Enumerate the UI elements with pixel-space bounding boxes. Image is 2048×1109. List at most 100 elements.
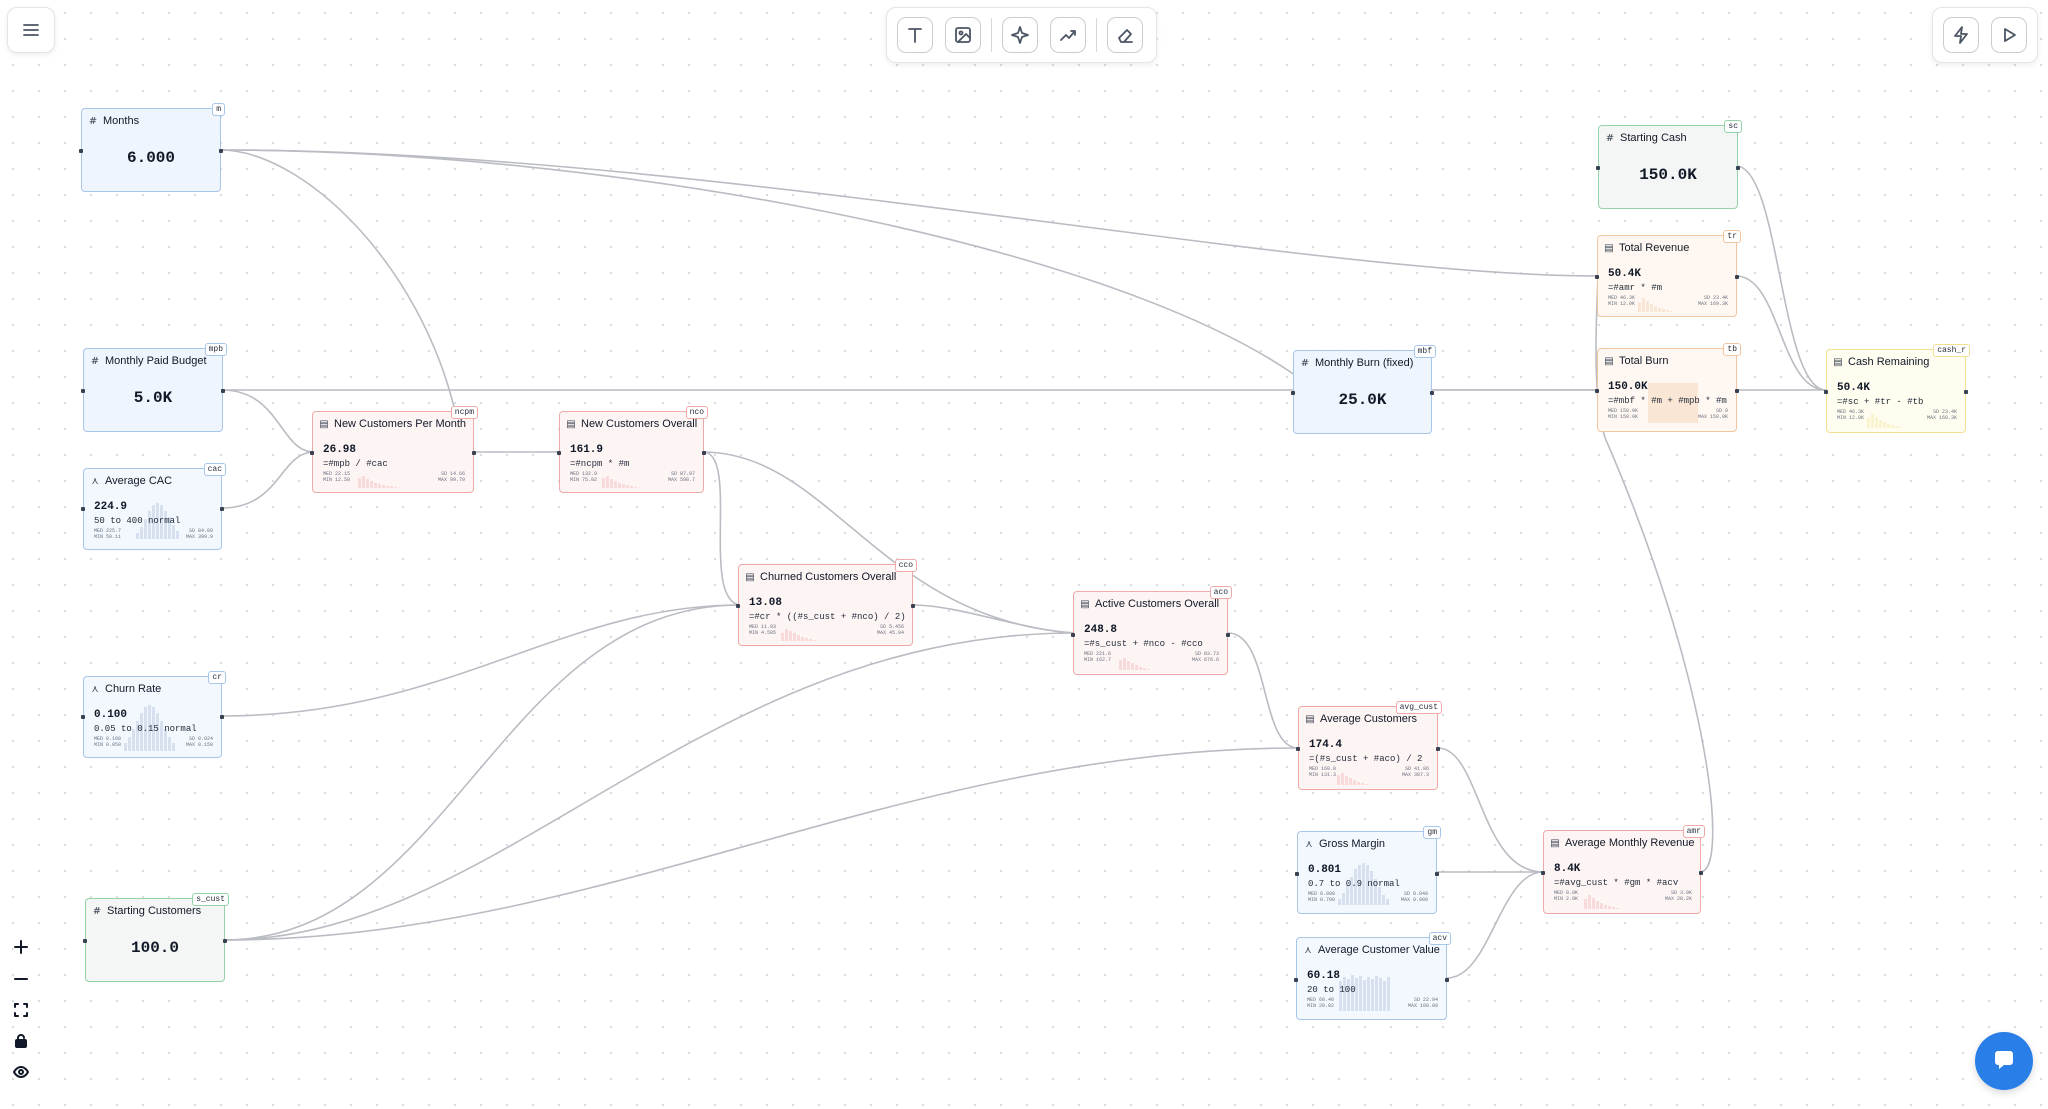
output-handle[interactable] bbox=[1435, 872, 1439, 876]
node-average-customers[interactable]: avg_cust ▤ Average Customers 174.4 =(#s_c… bbox=[1296, 701, 1442, 790]
node-title-text: Average Customer Value bbox=[1318, 944, 1440, 956]
node-monthly-burn-fixed[interactable]: mbf # Monthly Burn (fixed) 25.0K bbox=[1291, 345, 1436, 434]
eraser-tool-button[interactable] bbox=[1107, 17, 1143, 53]
node-title-text: New Customers Overall bbox=[581, 418, 698, 430]
node-starting-cash[interactable]: sc # Starting Cash 150.0K bbox=[1596, 120, 1742, 209]
node-churn-rate[interactable]: cr ⋏ Churn Rate 0.100 0.05 to 0.15 normal… bbox=[81, 671, 226, 758]
node-average-cac[interactable]: cac ⋏ Average CAC 224.9 50 to 400 normal … bbox=[81, 463, 226, 550]
output-handle[interactable] bbox=[1226, 633, 1230, 637]
node-average-monthly-revenue[interactable]: amr ▤ Average Monthly Revenue 8.4K =#avg_… bbox=[1541, 825, 1705, 914]
node-monthly-paid-budget[interactable]: mpb # Monthly Paid Budget 5.0K bbox=[81, 343, 227, 432]
lock-button[interactable] bbox=[12, 1032, 30, 1050]
stat-max: MAX 169.3K bbox=[1926, 415, 1957, 421]
node-title: ▤ New Customers Per Month bbox=[319, 418, 466, 430]
output-handle[interactable] bbox=[1445, 978, 1449, 982]
stat-min: MIN 162.7 bbox=[1084, 657, 1112, 663]
node-formula: 50 to 400 normal bbox=[94, 516, 181, 526]
distribution-icon: ⋏ bbox=[91, 683, 99, 695]
distribution-icon: ⋏ bbox=[91, 475, 99, 487]
node-title: ▤ Active Customers Overall bbox=[1080, 598, 1219, 610]
stat-min: MIN 75.02 bbox=[570, 477, 598, 483]
input-handle[interactable] bbox=[1595, 275, 1599, 279]
input-handle[interactable] bbox=[1541, 871, 1545, 875]
node-title-text: Starting Customers bbox=[107, 905, 202, 917]
zoom-in-button[interactable] bbox=[12, 938, 30, 956]
node-new-customers-per-month[interactable]: ncpm ▤ New Customers Per Month 26.98 =#mp… bbox=[310, 406, 478, 493]
distribution-icon: ⋏ bbox=[1305, 838, 1313, 850]
output-handle[interactable] bbox=[1964, 390, 1968, 394]
output-handle[interactable] bbox=[220, 507, 224, 511]
ai-sparkle-button[interactable] bbox=[1002, 17, 1038, 53]
node-churned-customers-overall[interactable]: cco ▤ Churned Customers Overall 13.08 =#c… bbox=[736, 559, 917, 646]
edge-scust-aco bbox=[223, 632, 1076, 941]
input-handle[interactable] bbox=[557, 451, 561, 455]
minus-icon bbox=[14, 978, 28, 980]
input-handle[interactable] bbox=[310, 451, 314, 455]
stat-min: MIN 2.0K bbox=[1554, 896, 1579, 902]
node-active-customers-overall[interactable]: aco ▤ Active Customers Overall 248.8 =#s_… bbox=[1071, 586, 1232, 675]
output-handle[interactable] bbox=[1699, 871, 1703, 875]
node-value: 26.98 bbox=[323, 444, 357, 456]
node-value: 25.0K bbox=[1338, 391, 1387, 409]
input-handle[interactable] bbox=[81, 507, 85, 511]
image-tool-button[interactable] bbox=[945, 17, 981, 53]
visibility-button[interactable] bbox=[12, 1063, 30, 1081]
chat-button[interactable] bbox=[1975, 1032, 2033, 1090]
node-starting-customers[interactable]: s_cust # Starting Customers 100.0 bbox=[83, 893, 229, 982]
input-handle[interactable] bbox=[1595, 389, 1599, 393]
node-formula: =#s_cust + #nco - #cco bbox=[1084, 639, 1203, 649]
node-value: 5.0K bbox=[133, 389, 173, 407]
input-handle[interactable] bbox=[736, 604, 740, 608]
node-title-text: Total Burn bbox=[1619, 355, 1669, 367]
node-title-text: Months bbox=[103, 115, 140, 127]
node-months[interactable]: m # Months 6.000 bbox=[79, 103, 225, 192]
hamburger-icon bbox=[23, 24, 39, 36]
connect-tool-button[interactable] bbox=[1050, 17, 1086, 53]
input-handle[interactable] bbox=[1071, 633, 1075, 637]
input-handle[interactable] bbox=[79, 149, 83, 153]
output-handle[interactable] bbox=[911, 604, 915, 608]
text-tool-button[interactable] bbox=[897, 17, 933, 53]
input-handle[interactable] bbox=[1824, 390, 1828, 394]
hash-icon: # bbox=[90, 355, 100, 367]
run-button[interactable] bbox=[1991, 17, 2027, 53]
output-handle[interactable] bbox=[1735, 275, 1739, 279]
output-handle[interactable] bbox=[220, 715, 224, 719]
output-handle[interactable] bbox=[1430, 391, 1434, 395]
node-total-burn[interactable]: tb ▤ Total Burn 150.0K =#mbf * #m + #mpb … bbox=[1595, 343, 1741, 432]
node-gross-margin[interactable]: gm ⋏ Gross Margin 0.801 0.7 to 0.9 normal… bbox=[1295, 826, 1441, 914]
fit-view-button[interactable] bbox=[12, 1001, 30, 1019]
node-title-text: Active Customers Overall bbox=[1095, 598, 1220, 610]
node-total-revenue[interactable]: tr ▤ Total Revenue 50.4K =#amr * #m MED 4… bbox=[1595, 230, 1741, 317]
formula-icon: ▤ bbox=[1604, 242, 1614, 254]
edge-scust-cco bbox=[223, 604, 741, 941]
node-new-customers-overall[interactable]: nco ▤ New Customers Overall 161.9 =#ncpm … bbox=[557, 406, 708, 493]
output-handle[interactable] bbox=[223, 939, 227, 943]
node-title-text: Average Customers bbox=[1320, 713, 1418, 725]
input-handle[interactable] bbox=[1294, 978, 1298, 982]
input-handle[interactable] bbox=[1295, 872, 1299, 876]
input-handle[interactable] bbox=[1291, 391, 1295, 395]
edge-avgcust-amr bbox=[1437, 747, 1544, 873]
stat-min: MIN 20.02 bbox=[1307, 1003, 1335, 1009]
output-handle[interactable] bbox=[219, 149, 223, 153]
input-handle[interactable] bbox=[81, 389, 85, 393]
input-handle[interactable] bbox=[1296, 747, 1300, 751]
input-handle[interactable] bbox=[1596, 166, 1600, 170]
zoom-out-button[interactable] bbox=[12, 970, 30, 988]
histogram bbox=[1584, 895, 1619, 909]
node-cash-remaining[interactable]: cash_r ▤ Cash Remaining 50.4K =#sc + #tr … bbox=[1824, 344, 1970, 433]
input-handle[interactable] bbox=[81, 715, 85, 719]
stat-max: MAX 100.00 bbox=[1407, 1003, 1438, 1009]
output-handle[interactable] bbox=[1735, 389, 1739, 393]
output-handle[interactable] bbox=[1736, 166, 1740, 170]
node-average-customer-value[interactable]: acv ⋏ Average Customer Value 60.18 20 to … bbox=[1294, 932, 1451, 1020]
histogram bbox=[1638, 298, 1673, 312]
output-handle[interactable] bbox=[1436, 747, 1440, 751]
input-handle[interactable] bbox=[83, 939, 87, 943]
menu-button[interactable] bbox=[7, 7, 55, 53]
output-handle[interactable] bbox=[472, 451, 476, 455]
output-handle[interactable] bbox=[702, 451, 706, 455]
output-handle[interactable] bbox=[221, 389, 225, 393]
lightning-button[interactable] bbox=[1943, 17, 1979, 53]
